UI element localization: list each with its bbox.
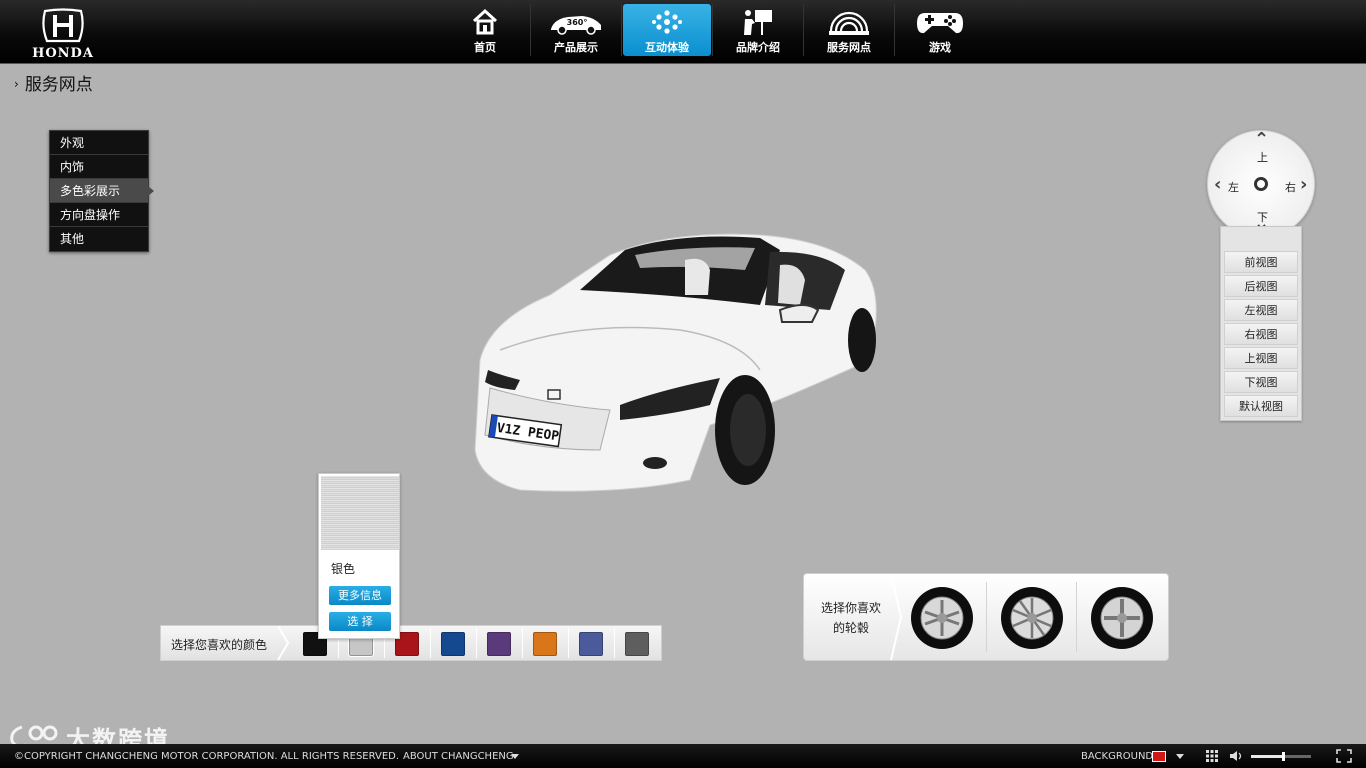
top-view-button[interactable]: 上视图 (1224, 347, 1298, 369)
arrow-divider (277, 626, 289, 660)
chevron-up-icon[interactable]: ⌃ (1254, 129, 1269, 150)
nav-item-brand[interactable]: 品牌介绍 (714, 4, 802, 56)
left-view-button[interactable]: 左视图 (1224, 299, 1298, 321)
service-dome-icon (805, 7, 893, 39)
dpad-down-label[interactable]: 下 (1257, 209, 1268, 225)
nav-label: 产品展示 (554, 41, 598, 54)
page-title-text: 服务网点 (24, 75, 93, 95)
chevron-down-icon[interactable] (511, 754, 519, 759)
nav-label: 品牌介绍 (736, 41, 780, 54)
menu-item-multicolor[interactable]: 多色彩展示 (50, 179, 154, 203)
volume-slider-handle[interactable] (1281, 752, 1285, 761)
nav-item-games[interactable]: 游戏 (896, 4, 984, 56)
nav-label: 服务网点 (827, 41, 871, 54)
color-detail-popup: 银色 更多信息 选 择 (318, 473, 400, 639)
volume-slider-fill (1251, 755, 1283, 758)
color-name: 银色 (331, 562, 356, 576)
color-swatch-7[interactable] (579, 632, 603, 656)
brand-wordmark: HONDA (32, 46, 94, 61)
dpad-right-label[interactable]: 右 (1285, 179, 1296, 195)
menu-item-other[interactable]: 其他 (50, 227, 148, 251)
divider (1076, 582, 1077, 652)
chevron-left-icon[interactable]: ‹ (1214, 174, 1221, 195)
rear-view-button[interactable]: 后视图 (1224, 275, 1298, 297)
honda-logo[interactable]: HONDA (18, 8, 108, 61)
chevron-right-icon[interactable]: › (1300, 174, 1307, 195)
menu-item-interior[interactable]: 内饰 (50, 155, 148, 179)
nav-item-products[interactable]: 360° 产品展示 (532, 4, 620, 56)
chevron-down-icon[interactable] (1176, 754, 1184, 759)
background-label[interactable]: BACKGROUND (1081, 751, 1153, 762)
nav-divider (621, 4, 622, 56)
fullscreen-icon[interactable] (1336, 749, 1352, 763)
wheel-bar-label: 选择你喜欢 的轮毂 (812, 598, 890, 638)
about-label: ABOUT CHANGCHENG (403, 751, 514, 762)
nav-item-home[interactable]: 首页 (441, 4, 529, 56)
color-swatch-5[interactable] (487, 632, 511, 656)
main-nav: 首页 360° 产品展示 互动体验 品牌介绍 服务网点 游戏 (440, 4, 985, 60)
wheel-selector-bar: 选择你喜欢 的轮毂 (803, 573, 1169, 661)
wheel-option-3[interactable] (1090, 586, 1154, 650)
interactive-dots-icon (623, 7, 711, 39)
color-swatch-6[interactable] (533, 632, 557, 656)
view-preset-panel: 前视图 后视图 左视图 右视图 上视图 下视图 默认视图 (1220, 226, 1302, 421)
swatch-divider (476, 628, 477, 658)
swatch-divider (568, 628, 569, 658)
swatch-divider (614, 628, 615, 658)
feature-menu: 外观 内饰 多色彩展示 方向盘操作 其他 (49, 130, 154, 252)
swatch-divider (522, 628, 523, 658)
chevron-right-icon: › (14, 77, 19, 91)
color-swatch-4[interactable] (441, 632, 465, 656)
front-view-button[interactable]: 前视图 (1224, 251, 1298, 273)
color-selector-bar: 选择您喜欢的颜色 (160, 625, 662, 661)
menu-item-steering[interactable]: 方向盘操作 (50, 203, 148, 227)
more-info-button[interactable]: 更多信息 (329, 586, 391, 605)
dpad-center-reset-button[interactable] (1254, 177, 1268, 191)
top-bar: HONDA 首页 360° 产品展示 互动体验 品牌介绍 服务网点 游戏 (0, 0, 1366, 64)
view-direction-pad: ⌃ 上 ⌄ 下 ‹ 左 › 右 (1207, 129, 1315, 238)
nav-divider (803, 4, 804, 56)
about-dropdown[interactable]: ABOUT CHANGCHENG (403, 751, 514, 762)
bottom-view-button[interactable]: 下视图 (1224, 371, 1298, 393)
background-color-swatch[interactable] (1152, 751, 1166, 762)
color-texture-preview (321, 476, 399, 550)
nav-label: 首页 (474, 41, 496, 54)
nav-label: 游戏 (929, 41, 951, 54)
home-icon (441, 7, 529, 39)
wheel-label-line1: 选择你喜欢 (820, 601, 881, 615)
dpad-left-label[interactable]: 左 (1228, 179, 1239, 195)
wheel-option-1[interactable] (910, 586, 974, 650)
right-view-button[interactable]: 右视图 (1224, 323, 1298, 345)
swatch-divider (430, 628, 431, 658)
honda-emblem-icon (42, 8, 84, 43)
car-3d-model[interactable]: V1Z PEOP (460, 210, 900, 510)
volume-icon[interactable] (1229, 750, 1243, 762)
svg-text:360°: 360° (567, 18, 588, 27)
volume-slider[interactable] (1251, 752, 1311, 761)
nav-item-service[interactable]: 服务网点 (805, 4, 893, 56)
select-color-button[interactable]: 选 择 (329, 612, 391, 631)
grid-icon[interactable] (1206, 750, 1218, 762)
copyright-text: ©COPYRIGHT CHANGCHENG MOTOR CORPORATION.… (14, 751, 400, 762)
nav-divider (530, 4, 531, 56)
nav-divider (712, 4, 713, 56)
wheel-label-line2: 的轮毂 (832, 621, 869, 635)
arrow-divider (890, 574, 902, 660)
color-swatch-8[interactable] (625, 632, 649, 656)
default-view-button[interactable]: 默认视图 (1224, 395, 1298, 417)
gamepad-icon (896, 7, 984, 39)
page-title: › 服务网点 (14, 70, 93, 95)
dpad-up-label[interactable]: 上 (1257, 149, 1268, 165)
presentation-icon (714, 7, 802, 39)
wheel-option-2[interactable] (1000, 586, 1064, 650)
nav-item-interactive[interactable]: 互动体验 (623, 4, 711, 56)
menu-item-exterior[interactable]: 外观 (50, 131, 148, 155)
divider (986, 582, 987, 652)
footer-bar: ©COPYRIGHT CHANGCHENG MOTOR CORPORATION.… (0, 744, 1366, 768)
color-bar-label: 选择您喜欢的颜色 (171, 638, 268, 652)
nav-divider (894, 4, 895, 56)
nav-label: 互动体验 (645, 41, 689, 54)
car-360-icon: 360° (532, 7, 620, 39)
